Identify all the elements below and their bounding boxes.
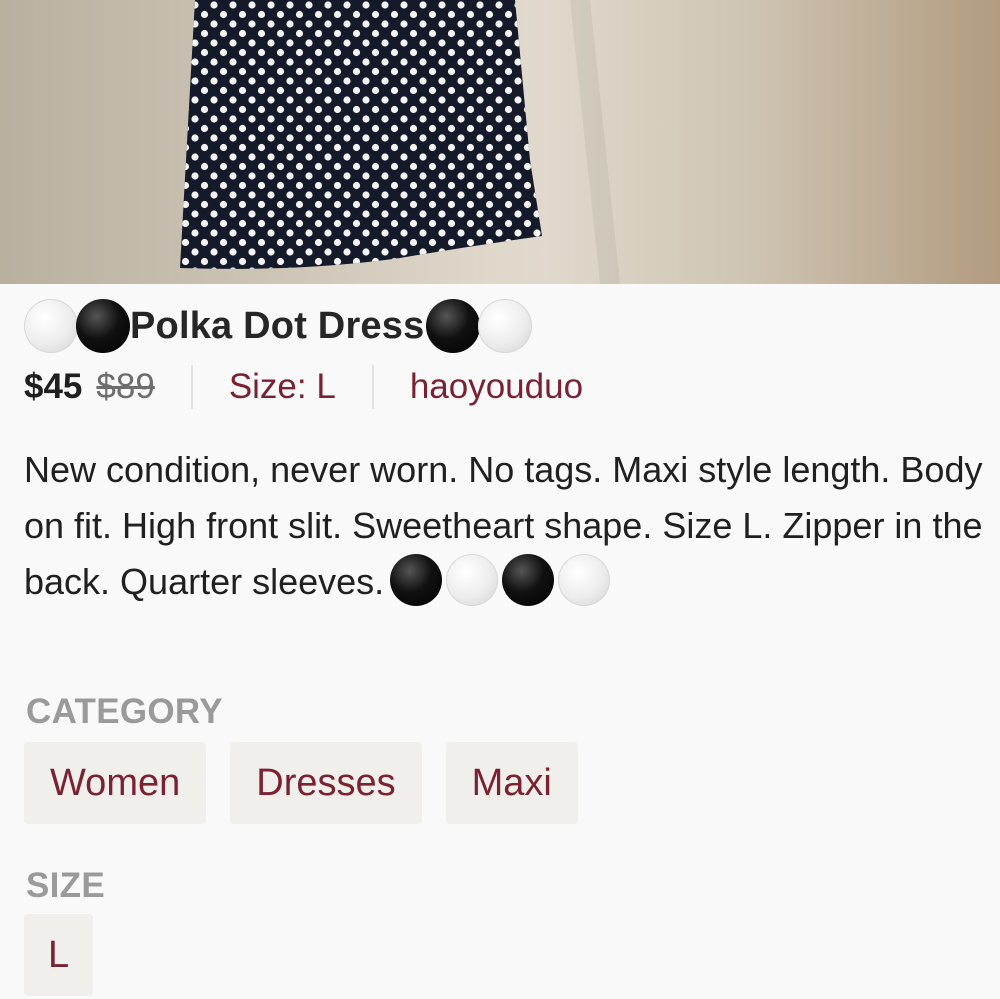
category-chip-women[interactable]: Women (24, 742, 207, 824)
category-section-label: CATEGORY (26, 692, 223, 731)
size-chip-l[interactable]: L (24, 914, 94, 996)
category-chip-maxi[interactable]: Maxi (445, 742, 578, 824)
size-chips: L (24, 914, 94, 996)
listing-description: New condition, never worn. No tags. Maxi… (24, 442, 984, 610)
white-circle-emoji-icon (558, 554, 611, 607)
white-circle-emoji-icon (446, 554, 499, 607)
size-section-label: SIZE (26, 866, 105, 905)
divider (371, 365, 374, 409)
original-price: $89 (96, 367, 155, 406)
black-circle-emoji-icon (76, 299, 130, 353)
product-photo[interactable] (0, 0, 1000, 284)
divider (190, 365, 193, 409)
black-circle-emoji-icon (502, 554, 555, 607)
listing-title: Polka Dot Dress (130, 304, 425, 347)
black-circle-emoji-icon (426, 299, 481, 353)
seller-username-link[interactable]: haoyouduo (410, 367, 583, 407)
category-chip-dresses[interactable]: Dresses (230, 742, 422, 824)
current-price: $45 (24, 367, 83, 406)
category-chips: Women Dresses Maxi (24, 742, 578, 824)
price-row: $45 $89 Size: L haoyouduo (24, 362, 583, 412)
listing-details: Polka Dot Dress $45 $89 Size: L haoyoudu… (0, 284, 1000, 999)
white-circle-emoji-icon (24, 299, 78, 353)
black-circle-emoji-icon (390, 554, 443, 607)
listing-title-row: Polka Dot Dress (24, 296, 533, 356)
white-circle-emoji-icon (478, 299, 533, 353)
description-emoji-group (390, 554, 614, 607)
size-link[interactable]: Size: L (229, 367, 336, 407)
dress-image (0, 0, 1000, 284)
